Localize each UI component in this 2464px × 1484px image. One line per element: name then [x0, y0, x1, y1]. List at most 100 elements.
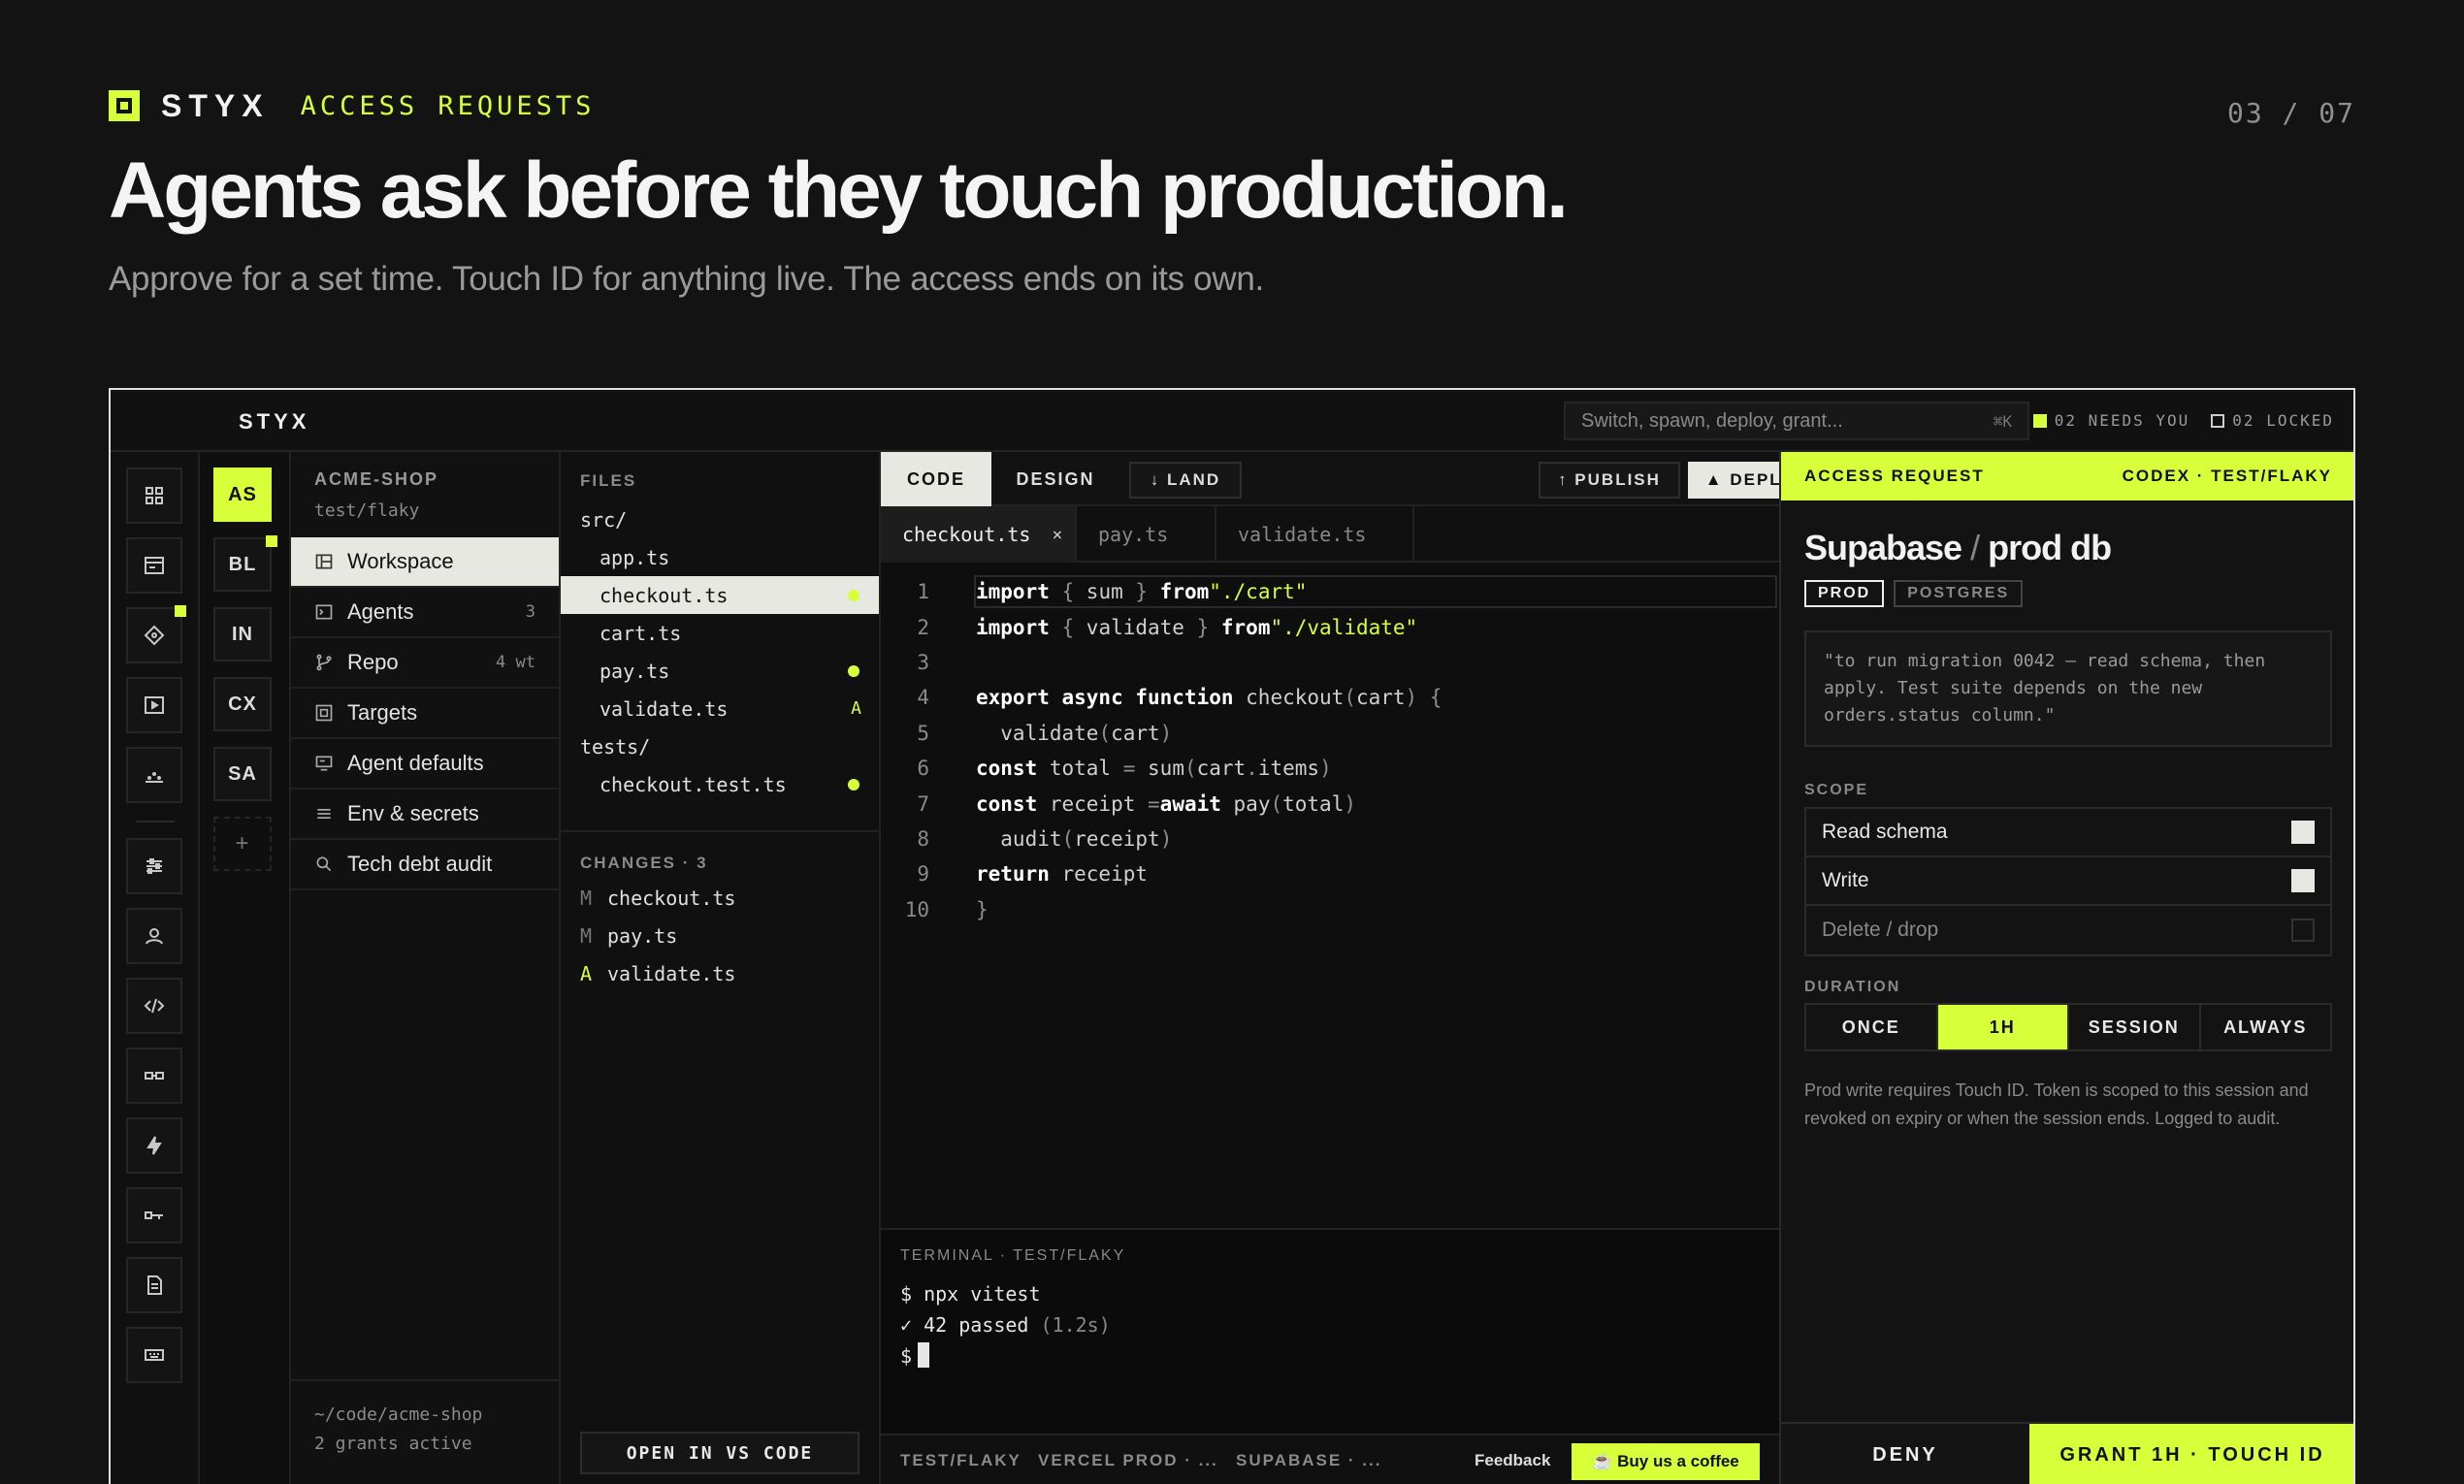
app-brand: STYX	[239, 409, 310, 434]
nav-item-env-secrets[interactable]: Env & secrets	[291, 790, 559, 840]
terminal-cursor	[918, 1342, 930, 1368]
key-icon[interactable]	[126, 1187, 182, 1243]
command-search-input[interactable]: Switch, spawn, deploy, grant... ⌘K	[1564, 402, 2029, 440]
duration-once[interactable]: ONCE	[1806, 1005, 1938, 1049]
buy-coffee-button[interactable]: ☕ Buy us a coffee	[1572, 1443, 1760, 1480]
styx-logo-icon	[109, 90, 140, 121]
access-request-header: ACCESS REQUEST CODEX · TEST/FLAKY	[1781, 452, 2353, 500]
agent-button-bl[interactable]: BL	[213, 535, 277, 592]
file-tree-item[interactable]: checkout.test.ts	[561, 765, 879, 803]
duration-always[interactable]: ALWAYS	[2201, 1005, 2331, 1049]
rail-separator	[136, 821, 175, 823]
grants-active: 2 grants active	[314, 1434, 472, 1454]
agent-button-cx[interactable]: CX	[213, 677, 272, 731]
add-agent-button[interactable]: +	[213, 817, 272, 871]
editor-panel: CODE DESIGN ↓ LAND ↑ PUBLISH ▲ DEPLOY TO…	[881, 452, 1876, 1484]
modified-dot-icon	[848, 778, 859, 790]
status-bar: TEST/FLAKY VERCEL PROD · ... SUPABASE · …	[881, 1434, 1779, 1484]
nav-item-tech-debt-audit[interactable]: Tech debt audit	[291, 840, 559, 890]
play-icon[interactable]	[126, 677, 182, 733]
repo-worktree-count: 4 wt	[496, 653, 535, 672]
sliders-icon[interactable]	[126, 838, 182, 894]
change-item[interactable]: Mcheckout.ts	[580, 879, 735, 917]
close-tab-icon[interactable]: ×	[1052, 525, 1062, 545]
scope-read-schema[interactable]: Read schema	[1806, 809, 2330, 857]
land-button[interactable]: ↓ LAND	[1129, 462, 1242, 499]
status-branch[interactable]: TEST/FLAKY	[900, 1451, 1021, 1470]
locked-status[interactable]: 02 LOCKED	[2211, 411, 2334, 430]
file-tree-item[interactable]: src/	[561, 500, 879, 538]
keyboard-icon[interactable]	[126, 1327, 182, 1383]
diamond-icon[interactable]	[126, 605, 186, 663]
dashboard-icon[interactable]	[126, 468, 182, 524]
status-supabase[interactable]: SUPABASE · ...	[1236, 1451, 1381, 1470]
user-icon[interactable]	[126, 908, 182, 964]
modified-dot-icon	[848, 589, 859, 601]
added-marker: A	[851, 698, 861, 719]
scope-write[interactable]: Write	[1806, 857, 2330, 906]
file-tab-pay[interactable]: pay.ts	[1077, 506, 1216, 563]
status-vercel[interactable]: VERCEL PROD · ...	[1038, 1451, 1218, 1470]
duration-session[interactable]: SESSION	[2069, 1005, 2201, 1049]
terminal-icon	[315, 604, 333, 620]
agent-button-in[interactable]: IN	[213, 607, 272, 661]
code-line: 8 audit(receipt)	[917, 826, 1173, 851]
search-shortcut: ⌘K	[1993, 411, 2012, 431]
changes-list: Mcheckout.ts Mpay.ts Avalidate.ts	[580, 879, 735, 992]
duration-1h[interactable]: 1H	[1937, 1005, 2069, 1049]
tab-design[interactable]: DESIGN	[991, 452, 1119, 506]
agent-notification-dot	[266, 535, 277, 547]
nav-item-agents[interactable]: Agents 3	[291, 588, 559, 638]
terminal-window-icon[interactable]	[126, 537, 182, 594]
needs-you-status[interactable]: 02 NEEDS YOU	[2032, 411, 2190, 430]
file-tree-item[interactable]: cart.ts	[561, 614, 879, 652]
access-request-title: ACCESS REQUEST	[1804, 467, 1985, 485]
agent-button-sa[interactable]: SA	[213, 747, 272, 801]
checkbox-checked[interactable]	[2291, 869, 2315, 892]
code-line: 9 return receipt	[917, 862, 1149, 887]
change-item[interactable]: Mpay.ts	[580, 917, 735, 954]
nav-item-targets[interactable]: Targets	[291, 689, 559, 739]
project-name: ACME-SHOP	[314, 469, 439, 489]
checkbox-checked[interactable]	[2291, 821, 2315, 844]
file-tree-item[interactable]: app.ts	[561, 538, 879, 576]
file-tab-checkout[interactable]: checkout.ts ×	[881, 506, 1077, 563]
open-in-vscode-button[interactable]: OPEN IN VS CODE	[580, 1432, 859, 1474]
feedback-link[interactable]: Feedback	[1475, 1451, 1550, 1470]
list-icon	[317, 809, 331, 819]
grant-button[interactable]: GRANT 1H · TOUCH ID	[2029, 1424, 2353, 1484]
scope-delete-drop[interactable]: Delete / drop	[1806, 906, 2330, 954]
document-icon[interactable]	[126, 1257, 182, 1313]
nav-item-agent-defaults[interactable]: Agent defaults	[291, 739, 559, 790]
code-icon[interactable]	[126, 978, 182, 1034]
chart-icon[interactable]	[126, 747, 182, 803]
link-icon[interactable]	[126, 1048, 182, 1104]
bolt-icon[interactable]	[126, 1117, 182, 1174]
subline: Approve for a set time. Touch ID for any…	[109, 260, 1264, 298]
agent-button-as[interactable]: AS	[213, 468, 272, 522]
file-tree: src/ app.ts checkout.ts cart.ts pay.ts v…	[561, 500, 879, 803]
file-tree-item[interactable]: tests/	[561, 727, 879, 765]
nav-item-repo[interactable]: Repo 4 wt	[291, 638, 559, 689]
editor-toolbar: CODE DESIGN ↓ LAND ↑ PUBLISH ▲ DEPLOY TO…	[881, 452, 1876, 506]
search-placeholder: Switch, spawn, deploy, grant...	[1581, 409, 1843, 432]
nav-item-workspace[interactable]: Workspace	[291, 537, 559, 588]
icon-rail	[111, 452, 200, 1484]
layout-icon	[315, 554, 333, 569]
code-line: 1 import { sum } from "./cart"	[881, 574, 1779, 609]
terminal-header: TERMINAL · TEST/FLAKY	[900, 1247, 1126, 1264]
resource-tags: PROD POSTGRES	[1804, 580, 2024, 607]
app-topbar: STYX Switch, spawn, deploy, grant... ⌘K …	[111, 390, 2353, 452]
tab-code[interactable]: CODE	[881, 452, 991, 506]
file-tree-item[interactable]: pay.ts	[561, 652, 879, 690]
checkbox-unchecked[interactable]	[2291, 919, 2315, 942]
file-tree-item[interactable]: validate.ts A	[561, 690, 879, 727]
file-tree-item-active[interactable]: checkout.ts	[561, 576, 879, 614]
code-line: 10}	[904, 897, 989, 921]
code-area[interactable]: 1 import { sum } from "./cart" 2 import { …	[881, 574, 1779, 927]
change-item[interactable]: Avalidate.ts	[580, 954, 735, 992]
deny-button[interactable]: DENY	[1781, 1424, 2029, 1484]
publish-button[interactable]: ↑ PUBLISH	[1539, 462, 1680, 499]
file-tab-validate[interactable]: validate.ts	[1216, 506, 1414, 563]
terminal-panel[interactable]: TERMINAL · TEST/FLAKY $ npx vitest ✓ 42 …	[881, 1228, 1779, 1434]
